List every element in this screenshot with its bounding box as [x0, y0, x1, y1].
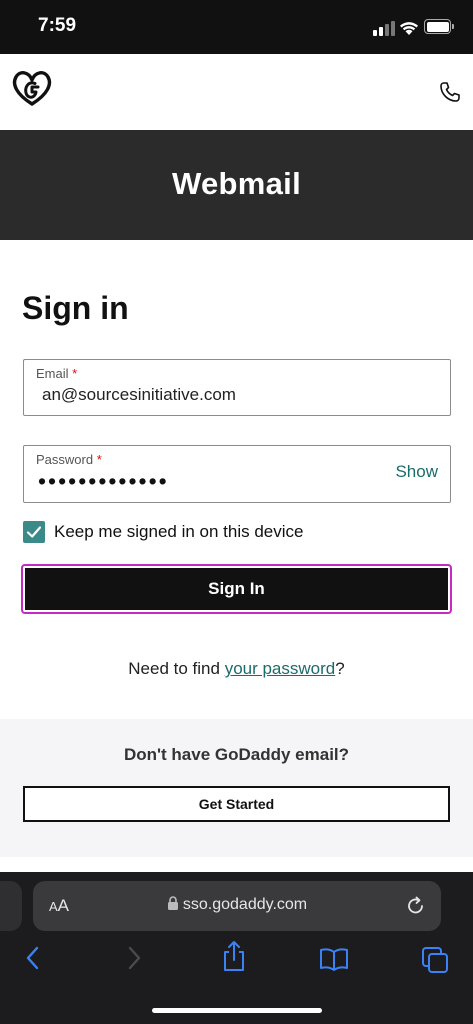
url-text: sso.godaddy.com: [182, 896, 308, 913]
password-field[interactable]: Password * ••••••••••••• Show: [23, 445, 451, 503]
browser-toolbar: AA sso.godaddy.com: [0, 872, 473, 1024]
previous-tab-preview[interactable]: [0, 881, 22, 931]
required-mark: *: [96, 452, 102, 467]
show-password-button[interactable]: Show: [395, 462, 438, 482]
battery-cap: [452, 24, 454, 29]
required-mark: *: [72, 366, 78, 381]
url-display[interactable]: sso.godaddy.com: [33, 896, 441, 914]
lock-icon: [167, 896, 178, 910]
status-bar: 7:59: [0, 0, 473, 54]
keep-signed-in-checkbox[interactable]: [23, 521, 45, 543]
email-value[interactable]: an@sourcesinitiative.com: [42, 385, 236, 405]
phone-icon[interactable]: [439, 81, 461, 103]
find-password-link[interactable]: your password: [225, 659, 336, 678]
password-label: Password *: [36, 452, 102, 467]
checkmark-icon: [26, 526, 42, 538]
page-title: Webmail: [171, 166, 301, 201]
forward-icon[interactable]: [125, 944, 143, 972]
sign-in-heading: Sign in: [22, 290, 129, 326]
battery-icon: [424, 19, 451, 34]
status-time: 7:59: [38, 15, 77, 36]
share-icon[interactable]: [221, 940, 247, 972]
web-page: Webmail Sign in Email * an@sourcesinitia…: [0, 54, 473, 872]
tabs-icon[interactable]: [421, 946, 449, 974]
bookmarks-icon[interactable]: [319, 947, 349, 971]
get-started-button[interactable]: Get Started: [23, 786, 450, 822]
page-header-banner: Webmail: [0, 130, 473, 240]
keep-signed-in-label[interactable]: Keep me signed in on this device: [54, 522, 304, 542]
home-indicator: [152, 1008, 322, 1013]
godaddy-logo-icon[interactable]: [10, 68, 54, 108]
wifi-icon: [400, 22, 418, 35]
promo-question: Don't have GoDaddy email?: [123, 745, 350, 764]
email-label: Email *: [36, 366, 78, 381]
address-bar[interactable]: AA sso.godaddy.com: [33, 881, 441, 931]
password-help-text: Need to find your password?: [128, 659, 345, 678]
sign-in-button[interactable]: Sign In: [25, 568, 448, 610]
password-value[interactable]: •••••••••••••: [38, 468, 169, 495]
top-navigation: [0, 54, 473, 130]
back-icon[interactable]: [24, 944, 42, 972]
sign-in-button-focus-ring: Sign In: [21, 564, 452, 614]
reload-icon[interactable]: [405, 895, 427, 917]
email-field[interactable]: Email * an@sourcesinitiative.com: [23, 359, 451, 416]
signup-promo: Don't have GoDaddy email? Get Started: [0, 719, 473, 857]
